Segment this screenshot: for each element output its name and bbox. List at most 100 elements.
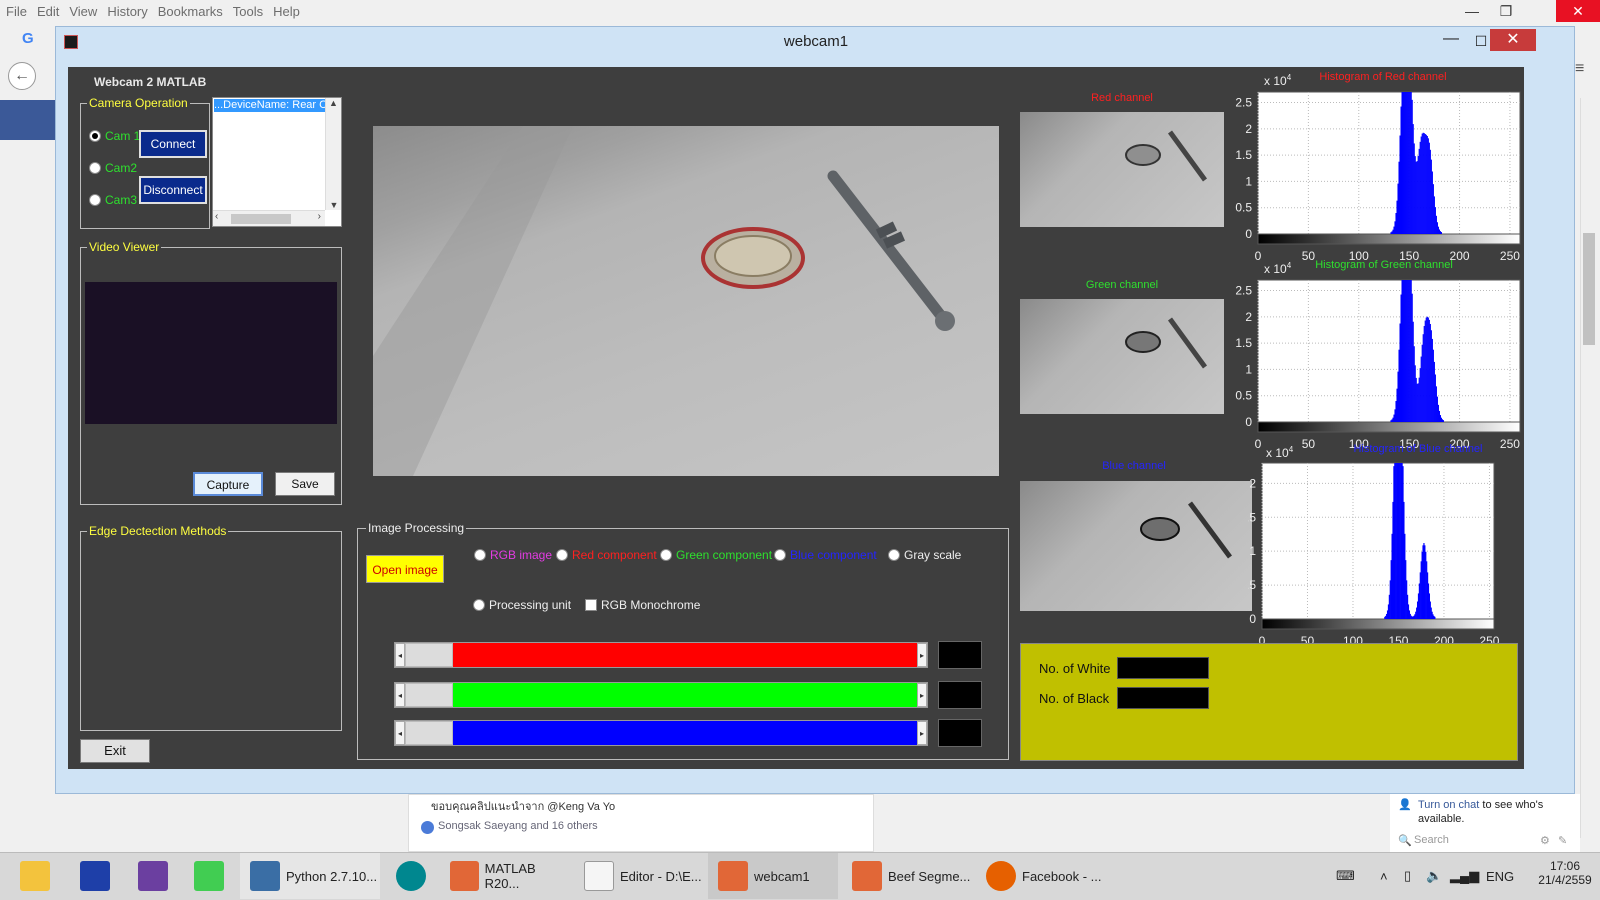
red-slider-track[interactable] xyxy=(453,643,917,667)
rgb-monochrome-checkbox[interactable] xyxy=(585,599,597,611)
open-image-button[interactable]: Open image xyxy=(366,555,444,583)
hscroll-thumb[interactable] xyxy=(231,214,291,224)
scroll-up-icon[interactable]: ▲ xyxy=(326,98,341,108)
black-count-field[interactable] xyxy=(1117,687,1209,709)
y-tick-label: 0.5 xyxy=(1248,578,1256,592)
white-count-field[interactable] xyxy=(1117,657,1209,679)
blue-slider-right-arrow[interactable]: ▸ xyxy=(917,721,927,745)
visual-studio-icon[interactable] xyxy=(128,853,178,899)
isis-icon[interactable] xyxy=(70,853,120,899)
blue-slider-left-arrow[interactable]: ◂ xyxy=(395,721,405,745)
exit-button[interactable]: Exit xyxy=(80,739,150,763)
language-indicator[interactable]: ENG xyxy=(1486,853,1526,899)
red-slider[interactable]: ◂ ▸ xyxy=(394,642,928,668)
red-value-box[interactable] xyxy=(938,641,982,669)
green-value-box[interactable] xyxy=(938,681,982,709)
green-slider-right-arrow[interactable]: ▸ xyxy=(917,683,927,707)
arduino-icon[interactable] xyxy=(386,853,436,899)
blue-slider[interactable]: ◂ ▸ xyxy=(394,720,928,746)
close-button[interactable]: ✕ xyxy=(1490,29,1536,51)
clock[interactable]: 17:06 21/4/2559 xyxy=(1530,859,1600,887)
save-button[interactable]: Save xyxy=(275,472,335,496)
menu-view[interactable]: View xyxy=(69,4,97,19)
keyboard-icon[interactable]: ⌨ xyxy=(1336,853,1370,899)
connect-button[interactable]: Connect xyxy=(139,130,207,158)
menu-bookmarks[interactable]: Bookmarks xyxy=(158,4,223,19)
capture-button[interactable]: Capture xyxy=(193,472,263,496)
green-slider-left-arrow[interactable]: ◂ xyxy=(395,683,405,707)
browser-close-button[interactable]: ✕ xyxy=(1556,0,1600,22)
minimize-button[interactable]: — xyxy=(1436,27,1466,55)
taskbar-facebook[interactable]: Facebook - ... xyxy=(976,853,1106,899)
scrollbar-thumb[interactable] xyxy=(1583,233,1595,345)
edge-detection-label: Edge Dectection Methods xyxy=(87,524,229,538)
tray-up-icon[interactable]: ˄ xyxy=(1380,853,1400,899)
back-arrow-icon[interactable]: ← xyxy=(8,62,36,90)
grayscale-colorbar xyxy=(1257,421,1521,433)
chat-settings-icon[interactable]: ⚙ xyxy=(1540,834,1550,847)
menu-history[interactable]: History xyxy=(107,4,147,19)
red-slider-right-arrow[interactable]: ▸ xyxy=(917,643,927,667)
hamburger-menu-icon[interactable]: ≡ xyxy=(1575,60,1584,78)
chat-compose-icon[interactable]: ✎ xyxy=(1558,834,1567,847)
taskbar-matlab[interactable]: MATLAB R20... xyxy=(440,853,570,899)
chat-search-input[interactable]: Search xyxy=(1414,834,1449,846)
device-list-item[interactable]: ...DeviceName: Rear C... xyxy=(214,99,325,112)
y-tick-label: 0.5 xyxy=(1235,389,1252,403)
cam1-label: Cam 1 xyxy=(105,129,141,143)
processing-unit-radio[interactable] xyxy=(473,599,485,611)
taskbar-label: Python 2.7.10... xyxy=(286,868,378,884)
taskbar-editor[interactable]: Editor - D:\E... xyxy=(574,853,704,899)
chat-search-icon: 🔍 xyxy=(1398,835,1412,847)
y-tick-label: 0 xyxy=(1245,415,1252,429)
cam1-radio[interactable] xyxy=(89,130,101,142)
blue-slider-track[interactable] xyxy=(453,721,917,745)
network-icon[interactable]: ▂▄▆ xyxy=(1450,853,1479,899)
grayscale-colorbar xyxy=(1261,618,1495,630)
cam2-radio[interactable] xyxy=(89,162,101,174)
cam3-radio[interactable] xyxy=(89,194,101,206)
battery-icon[interactable]: ▯ xyxy=(1404,853,1426,899)
red-component-radio[interactable] xyxy=(556,549,568,561)
browser-restore-button[interactable]: ❐ xyxy=(1484,0,1528,22)
video-preview xyxy=(85,282,337,424)
blue-component-radio[interactable] xyxy=(774,549,786,561)
green-slider-thumb[interactable] xyxy=(405,683,453,707)
green-channel-image xyxy=(1020,299,1224,414)
red-slider-thumb[interactable] xyxy=(405,643,453,667)
file-explorer-icon[interactable] xyxy=(10,853,60,899)
qt-icon[interactable] xyxy=(184,853,234,899)
blue-slider-thumb[interactable] xyxy=(405,721,453,745)
turn-on-chat-link[interactable]: Turn on chat xyxy=(1418,799,1479,811)
menu-file[interactable]: File xyxy=(6,4,27,19)
taskbar-python[interactable]: Python 2.7.10... xyxy=(240,853,380,899)
rgb-image-radio[interactable] xyxy=(474,549,486,561)
video-viewer-label: Video Viewer xyxy=(87,240,162,254)
google-icon[interactable]: G xyxy=(22,30,34,47)
green-slider-track[interactable] xyxy=(453,683,917,707)
gray-scale-label: Gray scale xyxy=(904,548,962,562)
red-slider-left-arrow[interactable]: ◂ xyxy=(395,643,405,667)
green-component-radio[interactable] xyxy=(660,549,672,561)
menu-help[interactable]: Help xyxy=(273,4,300,19)
scroll-right-icon[interactable]: › xyxy=(318,211,321,222)
green-histogram: Histogram of Green channel x 104 0 0.5 1 1.… xyxy=(1228,255,1524,455)
disconnect-button[interactable]: Disconnect xyxy=(139,176,207,204)
feed-likes-text[interactable]: Songsak Saeyang and 16 others xyxy=(438,820,598,832)
menu-tools[interactable]: Tools xyxy=(233,4,263,19)
taskbar-beef[interactable]: Beef Segme... xyxy=(842,853,972,899)
taskbar-webcam1[interactable]: webcam1 xyxy=(708,853,838,899)
green-slider[interactable]: ◂ ▸ xyxy=(394,682,928,708)
menu-edit[interactable]: Edit xyxy=(37,4,59,19)
listbox-hscroll[interactable]: ‹ › xyxy=(213,210,325,226)
white-count-label: No. of White xyxy=(1039,661,1111,676)
scroll-left-icon[interactable]: ‹ xyxy=(215,211,218,222)
gray-scale-radio[interactable] xyxy=(888,549,900,561)
browser-scrollbar[interactable] xyxy=(1580,98,1596,838)
red-histogram: Histogram of Red channel x 104 0 0.5 1 1.5 2… xyxy=(1228,67,1524,267)
device-listbox[interactable]: ...DeviceName: Rear C... ▲ ▼ ‹ › xyxy=(212,97,342,227)
blue-value-box[interactable] xyxy=(938,719,982,747)
listbox-vscroll[interactable]: ▲ ▼ xyxy=(325,98,341,210)
volume-icon[interactable]: 🔈 xyxy=(1426,853,1448,899)
scroll-down-icon[interactable]: ▼ xyxy=(326,200,342,210)
